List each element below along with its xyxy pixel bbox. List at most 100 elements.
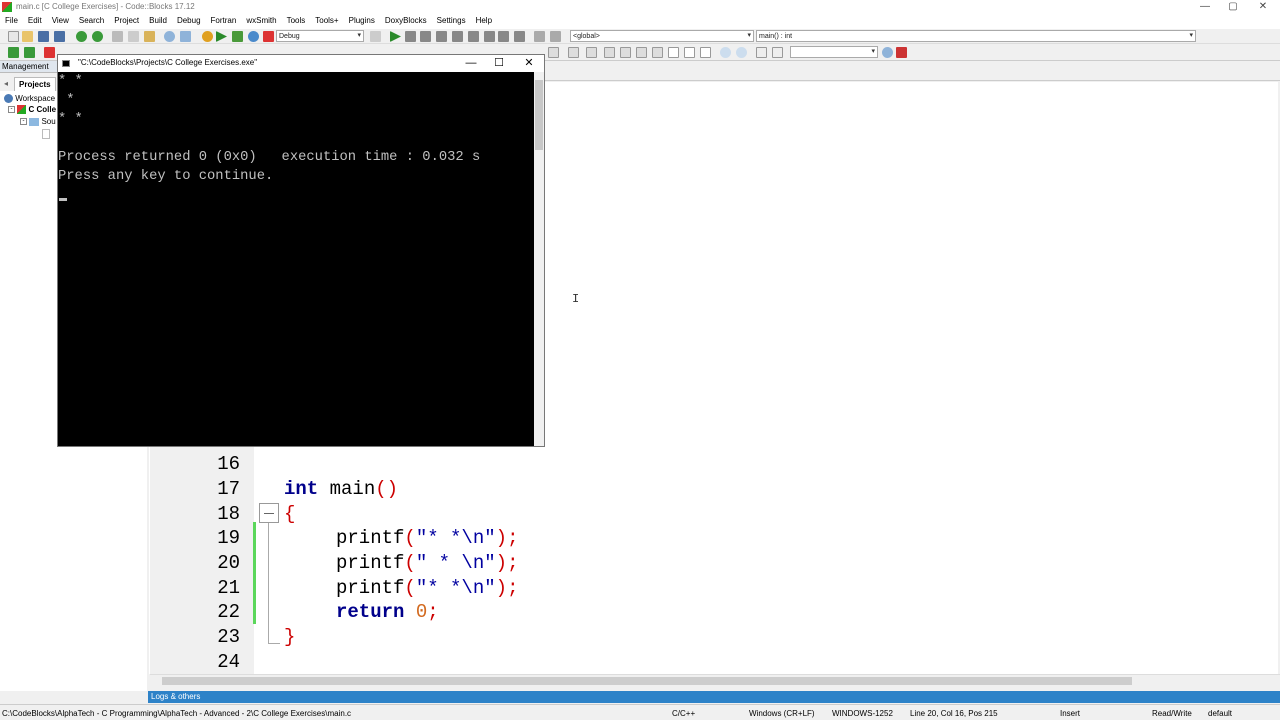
menu-bar: File Edit View Search Project Build Debug Fortr… — [0, 15, 1280, 29]
cut-icon[interactable] — [112, 31, 123, 42]
collapse-icon[interactable]: - — [20, 118, 27, 126]
debug-continue-icon[interactable] — [390, 31, 401, 42]
console-output[interactable]: * * * * * Process returned 0 (0x0) execu… — [58, 72, 534, 446]
code-line[interactable]: int main() — [284, 477, 398, 501]
indent-icon[interactable] — [604, 47, 615, 58]
redo-icon[interactable] — [92, 31, 103, 42]
menu-tools[interactable]: Tools — [282, 15, 311, 25]
unindent-icon[interactable] — [620, 47, 631, 58]
menu-doxyblocks[interactable]: DoxyBlocks — [380, 15, 432, 25]
run-to-cursor-icon[interactable] — [405, 31, 416, 42]
thesaurus-icon[interactable] — [772, 47, 783, 58]
new-file-icon[interactable] — [8, 31, 19, 42]
search-go-icon[interactable] — [882, 47, 893, 58]
uncomment-icon[interactable] — [568, 47, 579, 58]
console-close-button[interactable]: ✕ — [514, 55, 544, 72]
paste-icon[interactable] — [144, 31, 155, 42]
select-all-icon[interactable] — [684, 47, 695, 58]
line-number: 23 — [217, 626, 240, 648]
menu-plugins[interactable]: Plugins — [344, 15, 380, 25]
scrollbar-thumb[interactable] — [162, 677, 1132, 685]
console-scrollbar-thumb[interactable] — [535, 80, 543, 150]
open-folder-icon[interactable] — [22, 31, 33, 42]
save-all-icon[interactable] — [54, 31, 65, 42]
find-icon[interactable] — [164, 31, 175, 42]
menu-edit[interactable]: Edit — [23, 15, 47, 25]
zoom-in-icon[interactable] — [720, 47, 731, 58]
code-line[interactable]: return 0; — [336, 600, 439, 624]
menu-debug[interactable]: Debug — [172, 15, 206, 25]
settings-tool-icon[interactable] — [896, 47, 907, 58]
code-line[interactable]: { — [284, 502, 295, 526]
menu-wxsmith[interactable]: wxSmith — [241, 15, 281, 25]
stream-comment-icon[interactable] — [636, 47, 647, 58]
rebuild-icon[interactable] — [248, 31, 259, 42]
menu-help[interactable]: Help — [471, 15, 497, 25]
select-block-icon[interactable] — [700, 47, 711, 58]
line-number: 22 — [217, 601, 240, 623]
minimize-button[interactable]: — — [1190, 0, 1220, 14]
console-minimize-button[interactable]: — — [456, 55, 486, 72]
search-combo[interactable]: ▾ — [790, 46, 878, 58]
debug-windows-icon[interactable] — [534, 31, 545, 42]
build-gear-icon[interactable] — [202, 31, 213, 42]
run-icon[interactable] — [216, 31, 227, 42]
menu-search[interactable]: Search — [74, 15, 109, 25]
replace-icon[interactable] — [180, 31, 191, 42]
pause-icon[interactable] — [498, 31, 509, 42]
box-comment-icon[interactable] — [652, 47, 663, 58]
menu-tools-plus[interactable]: Tools+ — [310, 15, 343, 25]
status-position: Line 20, Col 16, Pos 215 — [910, 709, 998, 718]
step-instruction-icon[interactable] — [484, 31, 495, 42]
maximize-button[interactable]: ▢ — [1218, 0, 1248, 14]
close-button[interactable]: ✕ — [1248, 0, 1278, 14]
abort-icon[interactable] — [263, 31, 274, 42]
fold-toggle-icon[interactable] — [259, 503, 279, 523]
comment-icon[interactable] — [548, 47, 559, 58]
console-maximize-button[interactable]: ☐ — [484, 55, 514, 72]
stop-debug-icon[interactable] — [514, 31, 525, 42]
horizontal-scrollbar[interactable] — [150, 674, 1280, 686]
tab-projects[interactable]: Projects — [14, 77, 56, 91]
bookmark-icon[interactable] — [44, 47, 55, 58]
menu-build[interactable]: Build — [144, 15, 172, 25]
forward-icon[interactable] — [24, 47, 35, 58]
code-line[interactable]: printf("* *\n"); — [336, 576, 518, 600]
build-target-select[interactable]: Debug ▾ — [276, 30, 364, 42]
tab-scroll-left-icon[interactable]: ◂ — [4, 79, 8, 88]
symbol-select[interactable]: main() : int ▾ — [756, 30, 1196, 42]
menu-project[interactable]: Project — [109, 15, 144, 25]
scope-select[interactable]: <global> ▾ — [570, 30, 754, 42]
copy-icon[interactable] — [128, 31, 139, 42]
console-vertical-scrollbar[interactable] — [534, 72, 544, 446]
console-window[interactable]: "C:\CodeBlocks\Projects\C College Exerci… — [57, 54, 545, 447]
next-line-icon[interactable] — [420, 31, 431, 42]
code-line[interactable]: printf(" * \n"); — [336, 551, 518, 575]
menu-settings[interactable]: Settings — [432, 15, 471, 25]
tree-workspace[interactable]: Workspace — [4, 94, 55, 104]
menu-file[interactable]: File — [0, 15, 23, 25]
save-icon[interactable] — [38, 31, 49, 42]
toggle-comment-icon[interactable] — [586, 47, 597, 58]
code-line[interactable]: } — [284, 625, 295, 649]
collapse-icon[interactable]: - — [8, 106, 15, 114]
zoom-out-icon[interactable] — [736, 47, 747, 58]
undo-icon[interactable] — [76, 31, 87, 42]
spell-check-icon[interactable] — [756, 47, 767, 58]
target-options-icon[interactable] — [370, 31, 381, 42]
step-out-icon[interactable] — [452, 31, 463, 42]
menu-fortran[interactable]: Fortran — [206, 15, 242, 25]
back-icon[interactable] — [8, 47, 19, 58]
logs-panel-header[interactable]: Logs & others — [148, 691, 1280, 703]
menu-view[interactable]: View — [47, 15, 74, 25]
file-icon[interactable] — [42, 129, 50, 139]
select-icon[interactable] — [668, 47, 679, 58]
next-instruction-icon[interactable] — [468, 31, 479, 42]
tree-sources-folder[interactable]: - Sou — [20, 117, 56, 126]
info-icon[interactable] — [550, 31, 561, 42]
code-line[interactable]: printf("* *\n"); — [336, 526, 518, 550]
build-and-run-icon[interactable] — [232, 31, 243, 42]
step-into-icon[interactable] — [436, 31, 447, 42]
status-profile: default — [1208, 709, 1233, 718]
tree-project[interactable]: - C Colle — [8, 105, 56, 115]
